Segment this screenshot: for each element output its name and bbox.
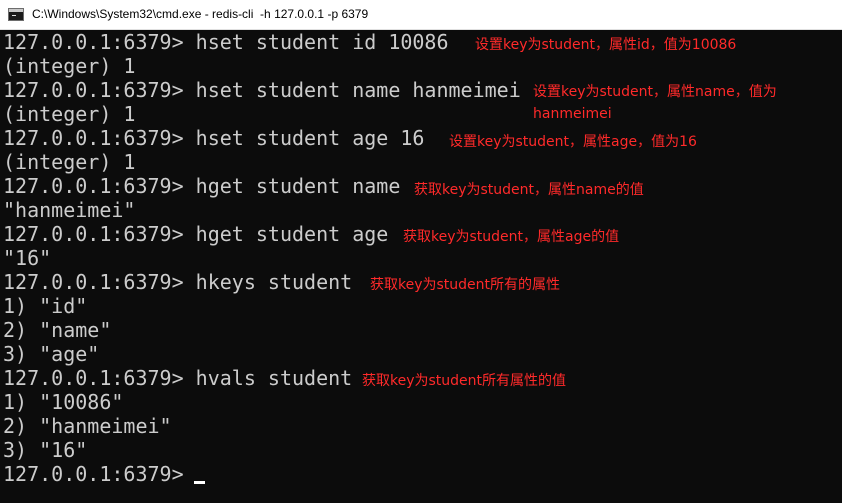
annotation-hset-id: 设置key为student，属性id，值为10086 bbox=[475, 37, 737, 53]
cmd-window: C:\Windows\System32\cmd.exe - redis-cli … bbox=[0, 0, 842, 503]
annotation-hget-name: 获取key为student，属性name的值 bbox=[414, 182, 644, 198]
annotation-hset-name-value: hanmeimei bbox=[533, 106, 612, 122]
console-line-result: 1) "id" bbox=[3, 294, 88, 318]
console-line-result: (integer) 1 bbox=[3, 150, 136, 174]
console-line-result: 1) "10086" bbox=[3, 390, 124, 414]
console-line-result: (integer) 1 bbox=[3, 102, 136, 126]
window-title: C:\Windows\System32\cmd.exe - redis-cli … bbox=[32, 7, 369, 21]
console-line-result: (integer) 1 bbox=[3, 54, 136, 78]
console-output[interactable]: 127.0.0.1:6379> hset student id 10086 (i… bbox=[0, 30, 842, 503]
annotation-hkeys: 获取key为student所有的属性 bbox=[370, 277, 561, 293]
console-line-hvals: 127.0.0.1:6379> hvals student bbox=[3, 366, 353, 390]
console-line-hget-age: 127.0.0.1:6379> hget student age bbox=[3, 222, 389, 246]
text-cursor bbox=[194, 481, 205, 484]
annotation-hvals: 获取key为student所有属性的值 bbox=[362, 373, 567, 389]
console-line-result: "hanmeimei" bbox=[3, 198, 136, 222]
console-line-result: "16" bbox=[3, 246, 52, 270]
console-line-result: 3) "age" bbox=[3, 342, 100, 366]
console-line-hset-id: 127.0.0.1:6379> hset student id 10086 bbox=[3, 30, 449, 54]
console-line-result: 2) "hanmeimei" bbox=[3, 414, 172, 438]
console-line-hset-age: 127.0.0.1:6379> hset student age 16 bbox=[3, 126, 425, 150]
console-line-hget-name: 127.0.0.1:6379> hget student name bbox=[3, 174, 401, 198]
annotation-hget-age: 获取key为student，属性age的值 bbox=[403, 229, 620, 245]
annotation-hset-age: 设置key为student，属性age，值为16 bbox=[449, 134, 697, 150]
annotation-hset-name: 设置key为student，属性name，值为 bbox=[533, 84, 777, 100]
cmd-console-icon bbox=[8, 8, 24, 21]
title-bar[interactable]: C:\Windows\System32\cmd.exe - redis-cli … bbox=[0, 0, 842, 30]
console-line-result: 3) "16" bbox=[3, 438, 88, 462]
console-line-hset-name: 127.0.0.1:6379> hset student name hanmei… bbox=[3, 78, 521, 102]
console-prompt[interactable]: 127.0.0.1:6379> bbox=[3, 462, 196, 486]
console-line-hkeys: 127.0.0.1:6379> hkeys student bbox=[3, 270, 353, 294]
console-line-result: 2) "name" bbox=[3, 318, 112, 342]
